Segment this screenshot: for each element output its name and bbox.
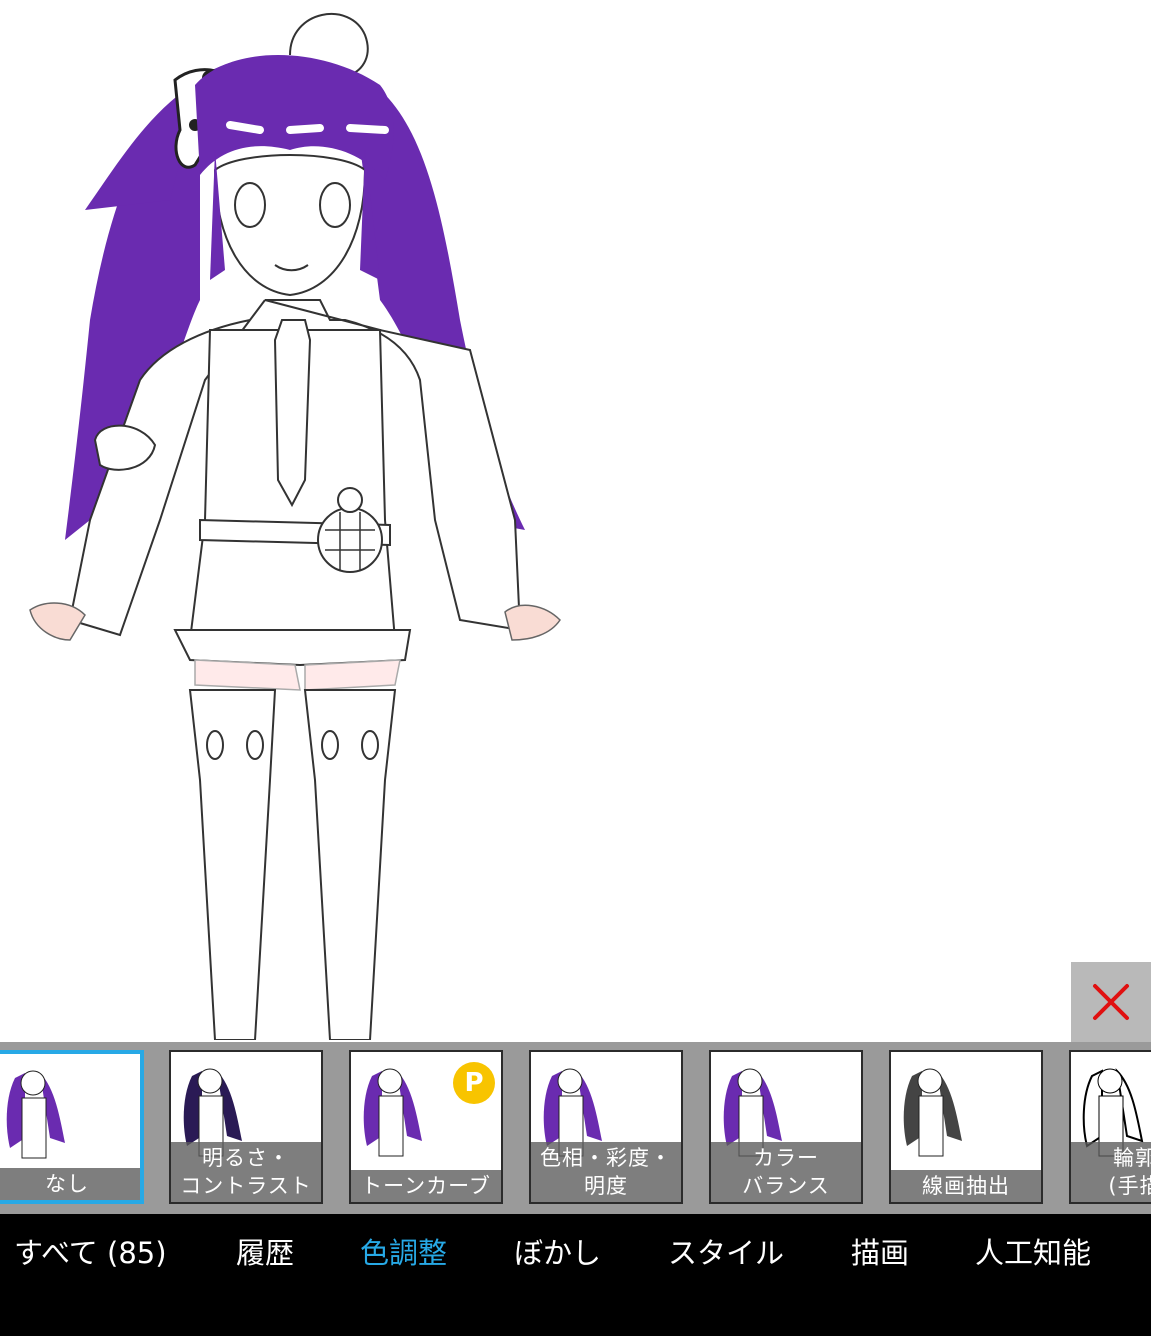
close-button[interactable] <box>1071 962 1151 1042</box>
filter-thumb-color-balance[interactable]: カラー バランス <box>709 1050 863 1204</box>
drawing-canvas[interactable] <box>0 0 1151 1041</box>
filter-label: カラー バランス <box>711 1142 861 1202</box>
filter-thumb-line-extraction[interactable]: 線画抽出 <box>889 1050 1043 1204</box>
filter-thumb-hue-saturation[interactable]: 色相・彩度・ 明度 <box>529 1050 683 1204</box>
filter-preview <box>6 1070 65 1159</box>
tab-all[interactable]: すべて (85) <box>14 1230 167 1272</box>
filter-thumb-outline[interactable]: 輪郭線 (手描き <box>1069 1050 1151 1204</box>
filter-thumb-tone-curve[interactable]: P トーンカーブ <box>349 1050 503 1204</box>
tab-blur[interactable]: ぼかし <box>514 1230 601 1272</box>
filter-label: 線画抽出 <box>891 1170 1041 1202</box>
filter-strip[interactable]: なし 明るさ・ コントラスト P トーンカーブ 色相・彩度・ 明度 カラー バラ… <box>0 1042 1151 1214</box>
filter-label: なし <box>0 1168 140 1200</box>
filter-thumb-none[interactable]: なし <box>0 1050 144 1204</box>
pro-badge-icon: P <box>453 1062 495 1104</box>
filter-label: トーンカーブ <box>351 1170 501 1202</box>
category-tab-bar: すべて (85) 履歴 色調整 ぼかし スタイル 描画 人工知能 <box>0 1214 1151 1336</box>
filter-preview <box>363 1068 422 1157</box>
filter-preview <box>903 1068 962 1157</box>
tab-color-adjust[interactable]: 色調整 <box>360 1230 447 1272</box>
filter-label: 色相・彩度・ 明度 <box>531 1142 681 1202</box>
tab-ai[interactable]: 人工知能 <box>975 1230 1091 1272</box>
filter-thumb-brightness-contrast[interactable]: 明るさ・ コントラスト <box>169 1050 323 1204</box>
filter-label: 明るさ・ コントラスト <box>171 1142 321 1202</box>
tab-drawing[interactable]: 描画 <box>851 1230 909 1272</box>
close-icon <box>1093 984 1129 1020</box>
tab-history[interactable]: 履歴 <box>236 1230 294 1272</box>
tab-style[interactable]: スタイル <box>668 1230 784 1272</box>
character-artwork <box>29 12 561 1041</box>
filter-label: 輪郭線 (手描き <box>1071 1142 1151 1202</box>
